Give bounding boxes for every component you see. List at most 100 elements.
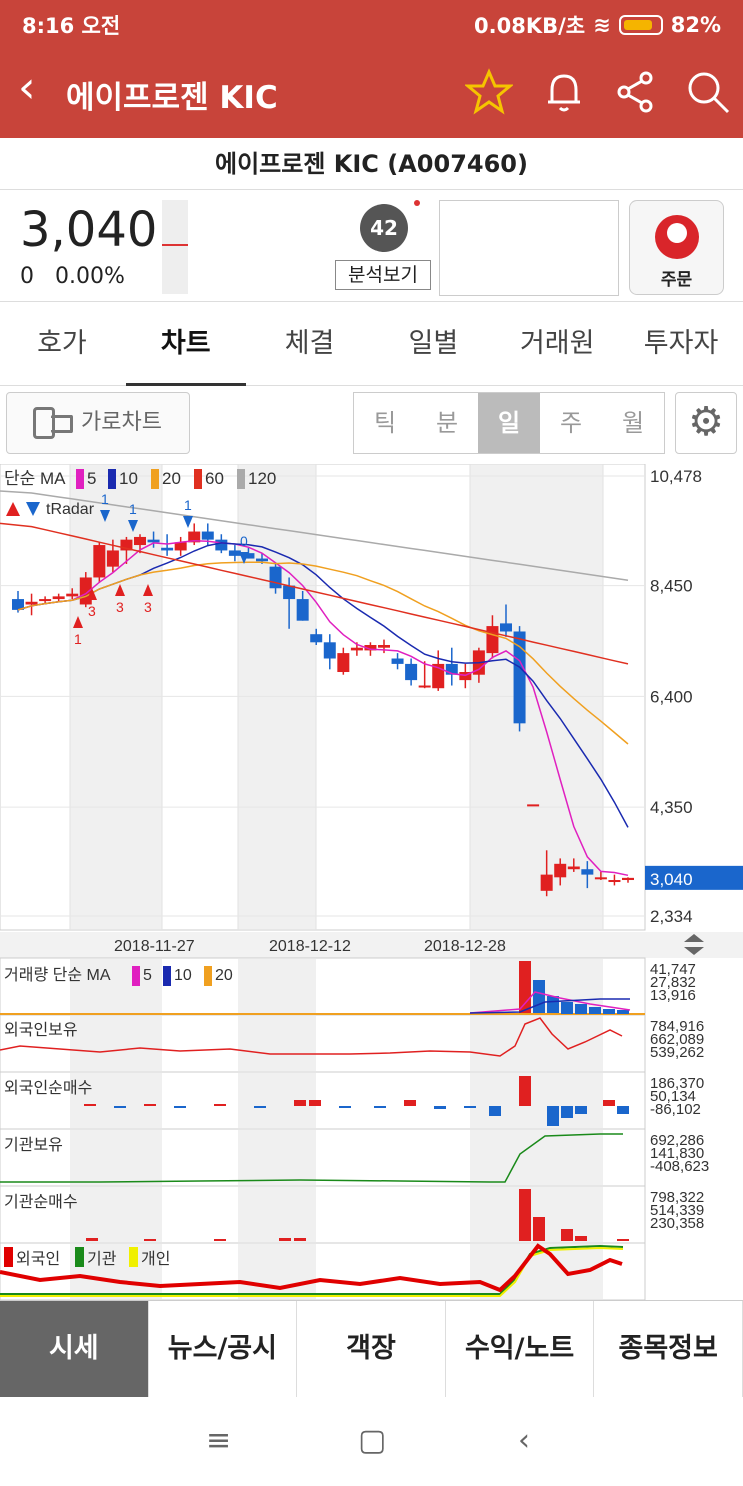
signal-down-label: 1 [184, 497, 192, 513]
shaded-band [470, 1130, 603, 1185]
inst-net-bar [144, 1239, 156, 1241]
broker-logo-icon [654, 215, 699, 259]
foreign-net-bar [603, 1100, 615, 1106]
period-day[interactable]: 일 [478, 393, 540, 453]
shaded-band [470, 1073, 603, 1128]
ma-legend-swatch [237, 469, 245, 489]
back-icon[interactable]: ‹ [18, 66, 36, 110]
ma-legend-period: 60 [205, 469, 224, 488]
period-selector: 틱 분 일 주 월 [353, 392, 665, 454]
shaded-band [70, 1187, 162, 1242]
ma-legend-period: 10 [119, 469, 138, 488]
bell-icon[interactable] [540, 68, 588, 116]
inst-net-bar [561, 1229, 573, 1241]
nav-notes[interactable]: 수익/노트 [446, 1301, 595, 1397]
inst-net-bar [575, 1236, 587, 1241]
signal-down-label: 1 [129, 501, 137, 517]
foreign-net-bar [547, 1106, 559, 1126]
analyze-button[interactable]: 분석보기 [335, 260, 431, 290]
period-week[interactable]: 주 [540, 393, 602, 453]
period-month[interactable]: 월 [602, 393, 664, 453]
menu-icon[interactable]: ≡ [206, 1423, 231, 1458]
back-nav-icon[interactable]: ‹ [518, 1423, 530, 1458]
search-icon[interactable] [684, 68, 732, 116]
nav-news[interactable]: 뉴스/공시 [149, 1301, 298, 1397]
bottom-nav: 시세 뉴스/공시 객장 수익/노트 종목정보 [0, 1300, 743, 1397]
candle [608, 880, 621, 883]
x-tick-label: 2018-11-27 [114, 938, 195, 955]
candle [323, 642, 336, 659]
inst-net-label: 기관순매수 [4, 1193, 78, 1211]
period-minute[interactable]: 분 [416, 393, 478, 453]
shaded-band [70, 1130, 162, 1185]
inst-net-bar [279, 1238, 291, 1241]
share-icon[interactable] [612, 68, 660, 116]
nav-quote[interactable]: 시세 [0, 1301, 149, 1397]
volume-bar [589, 1007, 601, 1014]
volume-label: 거래량 단순 MA [4, 966, 111, 984]
volume-bar [561, 1002, 573, 1014]
foreign-net-bar [617, 1106, 629, 1114]
analysis-score[interactable]: 42 [360, 204, 408, 252]
shaded-band [238, 1016, 316, 1071]
wifi-icon: ≋ [593, 13, 611, 37]
period-tick[interactable]: 틱 [354, 393, 416, 453]
tab-daily[interactable]: 일별 [371, 302, 495, 385]
candle [147, 539, 160, 543]
foreign-hold-label: 외국인보유 [4, 1021, 78, 1039]
ma-legend-period: 20 [215, 967, 233, 984]
candle [391, 658, 404, 664]
foreign-net-bar [254, 1106, 266, 1108]
candle [594, 877, 607, 880]
y-tick-label: 8,450 [650, 577, 693, 596]
signal-up-label: 1 [74, 631, 82, 647]
candle [527, 804, 540, 807]
tab-investors[interactable]: 투자자 [619, 302, 743, 385]
candle [201, 531, 214, 540]
candle [269, 566, 282, 589]
network-speed: 0.08KB/초 [474, 14, 586, 38]
shaded-band [70, 465, 162, 929]
volume-bar [575, 1004, 587, 1014]
candle [134, 536, 146, 546]
signal-up-label: 3 [144, 599, 152, 615]
home-icon[interactable]: ▢ [358, 1423, 386, 1458]
inst-hold-label: 기관보유 [4, 1136, 63, 1154]
candle [161, 547, 174, 551]
tab-trades[interactable]: 체결 [248, 302, 372, 385]
candle [581, 869, 594, 875]
candle [106, 550, 119, 567]
foreign-net-label: 외국인순매수 [4, 1079, 92, 1097]
foreign-net-bar [575, 1106, 587, 1114]
order-button[interactable]: 주문 [629, 200, 724, 295]
x-tick-label: 2018-12-28 [424, 938, 506, 955]
foreign-net-bar [404, 1100, 416, 1106]
tab-brokers[interactable]: 거래원 [495, 302, 619, 385]
gear-icon[interactable]: ⚙ [675, 392, 737, 454]
volume-bar [617, 1010, 629, 1014]
nav-stock-info[interactable]: 종목정보 [594, 1301, 743, 1397]
candle [337, 653, 350, 673]
ma-legend-swatch [151, 469, 159, 489]
notification-dot [414, 200, 420, 206]
signal-up-label: 3 [88, 603, 96, 619]
landscape-chart-button[interactable]: 가로차트 [6, 392, 190, 454]
tab-orderbook[interactable]: 호가 [0, 302, 124, 385]
star-icon[interactable] [465, 68, 513, 116]
nav-lounge[interactable]: 객장 [297, 1301, 446, 1397]
inst-net-bar [214, 1239, 226, 1241]
price-range-bar [162, 200, 188, 294]
foreign-net-bar [519, 1076, 531, 1106]
y-tick-label: 4,350 [650, 798, 693, 817]
shaded-band [238, 1244, 316, 1299]
tab-chart[interactable]: 차트 [124, 302, 248, 386]
shaded-band [238, 465, 316, 929]
stock-name-code: 에이프로젠 KIC (A007460) [0, 138, 743, 190]
stock-chart[interactable]: 10,4788,4506,4004,3502,3343,040단순 MA 5 10 2… [0, 464, 743, 1300]
sub-tick-label: -86,102 [650, 1101, 701, 1118]
shaded-band [238, 1187, 316, 1242]
foreign-net-bar [374, 1106, 386, 1108]
candle [215, 539, 228, 551]
ma-legend-period: 5 [87, 469, 96, 488]
volume-bar [519, 961, 531, 1013]
